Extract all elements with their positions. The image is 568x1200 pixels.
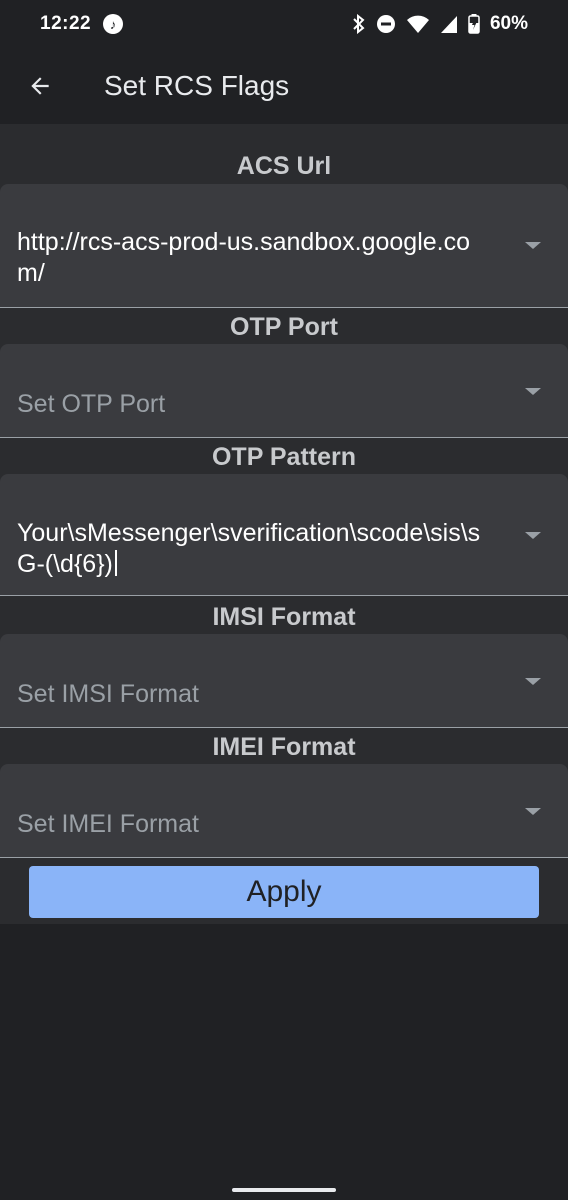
imei-format-dropdown[interactable]: Set IMEI Format: [0, 764, 568, 858]
battery-charging-icon: [468, 14, 480, 34]
dropdown-arrow-icon: [525, 532, 541, 539]
imsi-format-label: IMSI Format: [212, 603, 356, 631]
dropdown-arrow-icon: [525, 388, 541, 395]
otp-port-label: OTP Port: [230, 313, 338, 341]
dropdown-arrow-icon: [525, 808, 541, 815]
arrow-back-icon: [31, 77, 49, 95]
empty-area: [0, 924, 568, 1200]
otp-port-dropdown[interactable]: Set OTP Port: [0, 344, 568, 438]
app-bar: Set RCS Flags: [0, 48, 568, 124]
otp-pattern-label: OTP Pattern: [211, 443, 357, 471]
acs-url-label: ACS Url: [236, 152, 332, 180]
music-note-icon: ♪: [103, 14, 124, 34]
bluetooth-icon: [353, 14, 365, 34]
dropdown-arrow-icon: [525, 678, 541, 685]
status-time: 12:22: [40, 13, 92, 34]
do-not-disturb-icon: [376, 15, 395, 33]
imsi-format-placeholder: Set IMSI Format: [17, 680, 199, 708]
imsi-format-dropdown[interactable]: Set IMSI Format: [0, 634, 568, 728]
dropdown-arrow-icon: [525, 242, 541, 249]
back-button[interactable]: [0, 48, 80, 124]
battery-percent: 60%: [489, 13, 528, 34]
otp-pattern-text: Your\sMessenger\sverification\scode\sis\…: [17, 519, 481, 578]
apply-button[interactable]: Apply: [29, 866, 539, 918]
gesture-nav-handle[interactable]: [232, 1188, 336, 1192]
settings-form: ACS Url http://rcs-acs-prod-us.sandbox.g…: [0, 124, 568, 1200]
imei-format-placeholder: Set IMEI Format: [17, 810, 199, 838]
status-bar: 12:22 ♪ 60%: [0, 0, 568, 48]
status-icons: 60%: [352, 13, 528, 35]
cell-signal-icon: [440, 16, 457, 33]
otp-port-placeholder: Set OTP Port: [17, 390, 166, 418]
otp-pattern-dropdown[interactable]: Your\sMessenger\sverification\scode\sis\…: [0, 474, 568, 596]
acs-url-value: http://rcs-acs-prod-us.sandbox.google.co…: [17, 228, 471, 287]
page-title: Set RCS Flags: [104, 70, 290, 101]
wifi-icon: [406, 15, 429, 33]
text-cursor: [114, 550, 117, 576]
otp-pattern-value: Your\sMessenger\sverification\scode\sis\…: [17, 518, 487, 580]
acs-url-dropdown[interactable]: http://rcs-acs-prod-us.sandbox.google.co…: [0, 184, 568, 308]
imei-format-label: IMEI Format: [212, 733, 356, 761]
